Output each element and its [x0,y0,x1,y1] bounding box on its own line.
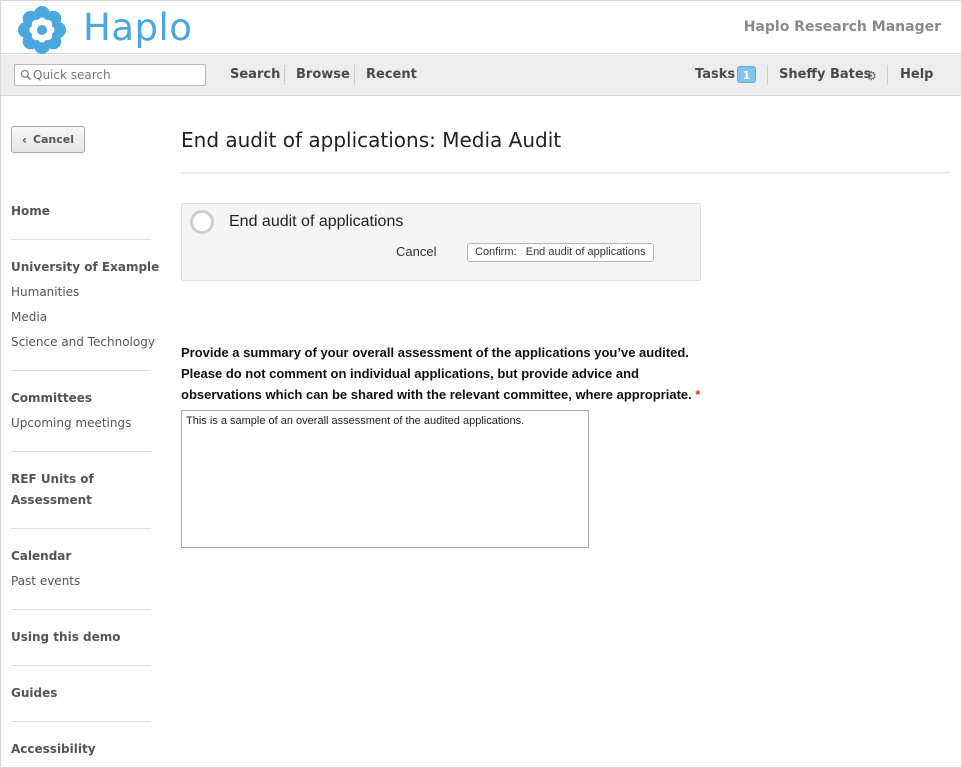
sidebar-divider [11,609,151,610]
sidebar-item-ref-units-line1[interactable]: REF Units of [11,472,94,486]
title-divider [181,172,950,173]
sidebar-item-upcoming-meetings[interactable]: Upcoming meetings [11,416,131,430]
nav-divider [887,65,888,85]
nav-tasks[interactable]: Tasks [695,67,735,82]
user-menu[interactable]: Sheffy Bates [779,67,871,82]
cancel-button-label: Cancel [32,133,75,146]
nav-divider [354,65,355,85]
search-icon [20,69,32,81]
assessment-summary-field[interactable]: This is a sample of an overall assessmen… [181,410,589,548]
question-line-3-text: observations which can be shared with th… [181,387,692,402]
sidebar-item-science-technology[interactable]: Science and Technology [11,335,155,349]
brand-name[interactable]: Haplo [83,6,192,49]
question-line-2: Please do not comment on individual appl… [181,366,639,381]
sidebar-item-humanities[interactable]: Humanities [11,285,79,299]
transition-cancel-link[interactable]: Cancel [396,244,436,259]
sidebar-item-ref-units-line2[interactable]: Assessment [11,493,92,507]
question-label: Provide a summary of your overall assess… [181,342,741,405]
confirm-button[interactable]: Confirm: End audit of applications [467,243,654,262]
sidebar-divider [11,451,151,452]
sidebar-item-past-events[interactable]: Past events [11,574,80,588]
sidebar-divider [11,370,151,371]
transition-radio[interactable] [190,210,214,234]
sidebar-divider [11,721,151,722]
sidebar-divider [11,665,151,666]
app-header: Haplo Haplo Research Manager [1,1,961,54]
chevron-left-icon: ‹ [21,132,27,147]
haplo-logo-icon[interactable] [17,5,67,55]
sidebar-item-guides[interactable]: Guides [11,686,57,700]
sidebar-item-using-demo[interactable]: Using this demo [11,630,121,644]
cancel-button[interactable]: ‹ Cancel [11,126,85,153]
question-line-1: Provide a summary of your overall assess… [181,345,689,360]
nav-help[interactable]: Help [900,67,933,82]
product-name: Haplo Research Manager [743,19,941,35]
nav-divider [284,65,285,85]
gear-icon[interactable]: ⚙ [866,69,877,83]
sidebar-item-media[interactable]: Media [11,310,47,324]
tasks-count-badge[interactable]: 1 [737,66,756,83]
question-line-3: observations which can be shared with th… [181,384,741,405]
transition-confirm-panel: End audit of applications Cancel Confirm… [181,203,701,281]
sidebar-divider [11,239,151,240]
required-marker: * [695,387,701,402]
nav-recent[interactable]: Recent [366,67,417,82]
transition-label[interactable]: End audit of applications [229,213,403,231]
sidebar-item-committees[interactable]: Committees [11,391,92,405]
quick-search-input[interactable] [14,64,206,86]
page-title: End audit of applications: Media Audit [181,128,562,152]
sidebar-item-calendar[interactable]: Calendar [11,549,71,563]
sidebar-item-university[interactable]: University of Example [11,260,159,274]
sidebar-divider [11,528,151,529]
nav-bar: Search Browse Recent Tasks 1 Sheffy Bate… [1,55,961,96]
sidebar-item-home[interactable]: Home [11,204,50,218]
sidebar-item-accessibility[interactable]: Accessibility [11,742,96,756]
nav-search[interactable]: Search [230,67,280,82]
nav-divider [767,65,768,85]
nav-browse[interactable]: Browse [296,67,350,82]
